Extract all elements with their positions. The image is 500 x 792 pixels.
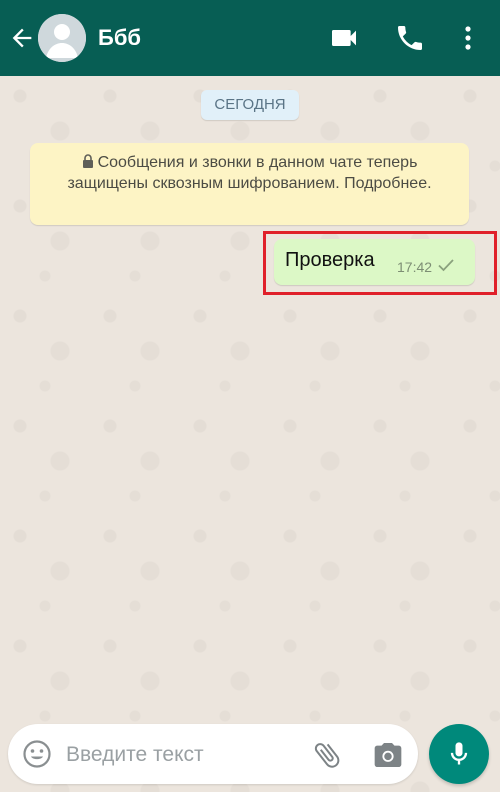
camera-icon[interactable] [372, 739, 404, 771]
encryption-notice-text: Сообщения и звонки в данном чате теперь … [67, 154, 432, 192]
phone-call-icon[interactable] [394, 22, 426, 54]
message-composer [8, 724, 418, 784]
contact-name[interactable]: Ббб [98, 24, 141, 52]
message-text: Проверка [285, 249, 375, 271]
message-time: 17:42 [397, 259, 433, 275]
date-chip: СЕГОДНЯ [201, 90, 299, 120]
check-icon [438, 259, 454, 272]
avatar-person-icon [38, 14, 86, 62]
encryption-notice[interactable]: Сообщения и звонки в данном чате теперь … [30, 143, 469, 225]
emoji-icon[interactable] [22, 739, 52, 769]
lock-icon [82, 154, 93, 168]
arrow-left-icon[interactable] [8, 24, 36, 52]
mic-icon [450, 742, 468, 765]
chat-header: Ббб [0, 0, 500, 76]
more-vert-icon[interactable] [454, 22, 482, 54]
mic-button[interactable] [429, 724, 489, 784]
avatar[interactable] [38, 14, 86, 62]
video-call-icon[interactable] [328, 22, 360, 54]
paperclip-icon[interactable] [311, 739, 343, 771]
message-input[interactable] [66, 741, 296, 769]
message-bubble[interactable]: Проверка 17:42 [274, 239, 475, 285]
